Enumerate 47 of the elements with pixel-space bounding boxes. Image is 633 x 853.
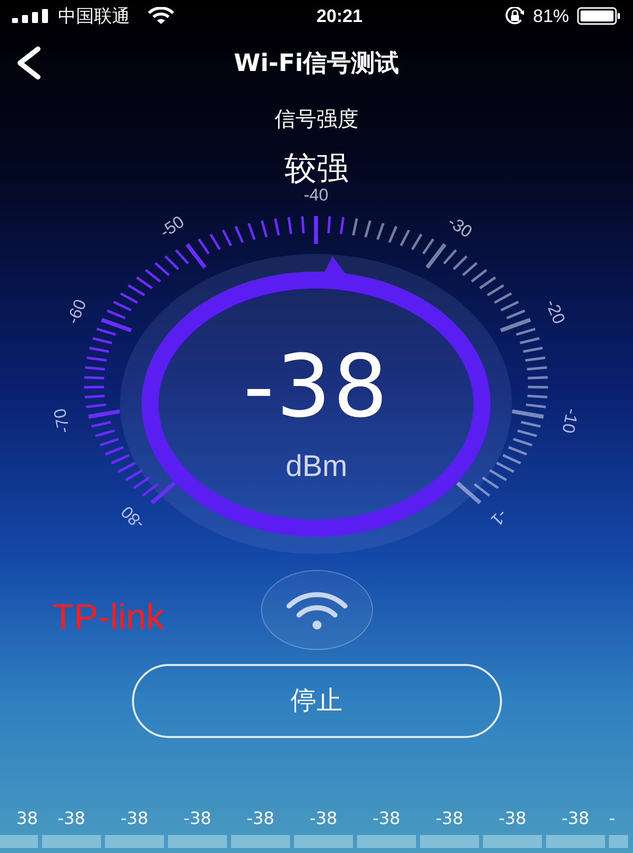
history-value: -38 — [560, 810, 590, 829]
level-pointer — [324, 256, 346, 274]
history-value: - — [609, 810, 616, 829]
signal-label: 信号强度 — [274, 107, 358, 133]
scale-label: -50 — [156, 212, 188, 242]
history-bar — [42, 835, 101, 848]
history-bar — [168, 835, 227, 848]
scale-label: -30 — [444, 212, 476, 242]
rotation-lock-icon — [504, 7, 525, 25]
history-bar — [420, 835, 479, 848]
history-bar — [231, 835, 290, 848]
history-bar — [294, 835, 353, 848]
network-name: TP-link — [52, 594, 164, 638]
signal-unit: dBm — [286, 448, 348, 484]
carrier-name: 中国联通 — [58, 4, 130, 28]
history-bar — [546, 835, 605, 848]
history-value: -38 — [434, 810, 464, 829]
history-value: 38 — [15, 810, 38, 829]
history-value: -38 — [308, 810, 338, 829]
page-title: Wi-Fi信号测试 — [234, 48, 400, 79]
history-bar — [357, 835, 416, 848]
signal-value: -38 — [243, 344, 390, 430]
scale-label: -70 — [50, 406, 74, 434]
history-bar — [105, 835, 164, 848]
history-value: -38 — [498, 810, 528, 829]
wifi-icon — [284, 590, 348, 630]
stop-button[interactable]: 停止 — [132, 664, 502, 738]
scale-label: -60 — [63, 296, 90, 326]
scale-label: -1 — [487, 505, 512, 530]
scale-label: -80 — [117, 502, 148, 533]
history-value: -38 — [246, 810, 276, 829]
history-value: -38 — [120, 810, 150, 829]
battery-percent: 81% — [532, 4, 569, 28]
history-value: -38 — [372, 810, 402, 829]
scale-label: -10 — [558, 406, 582, 434]
scale-label: -20 — [542, 296, 569, 326]
wifi-icon — [148, 7, 174, 25]
battery-icon — [577, 7, 621, 25]
scale-label: -40 — [304, 184, 328, 204]
signal-quality: 较强 — [284, 148, 348, 188]
history-bar — [483, 835, 542, 848]
history-bar — [0, 835, 38, 848]
history-bar — [609, 835, 628, 848]
history-value: -38 — [56, 810, 86, 829]
history-value: -38 — [182, 810, 212, 829]
signal-icon — [12, 9, 50, 23]
clock-time: 20:21 — [316, 4, 362, 28]
